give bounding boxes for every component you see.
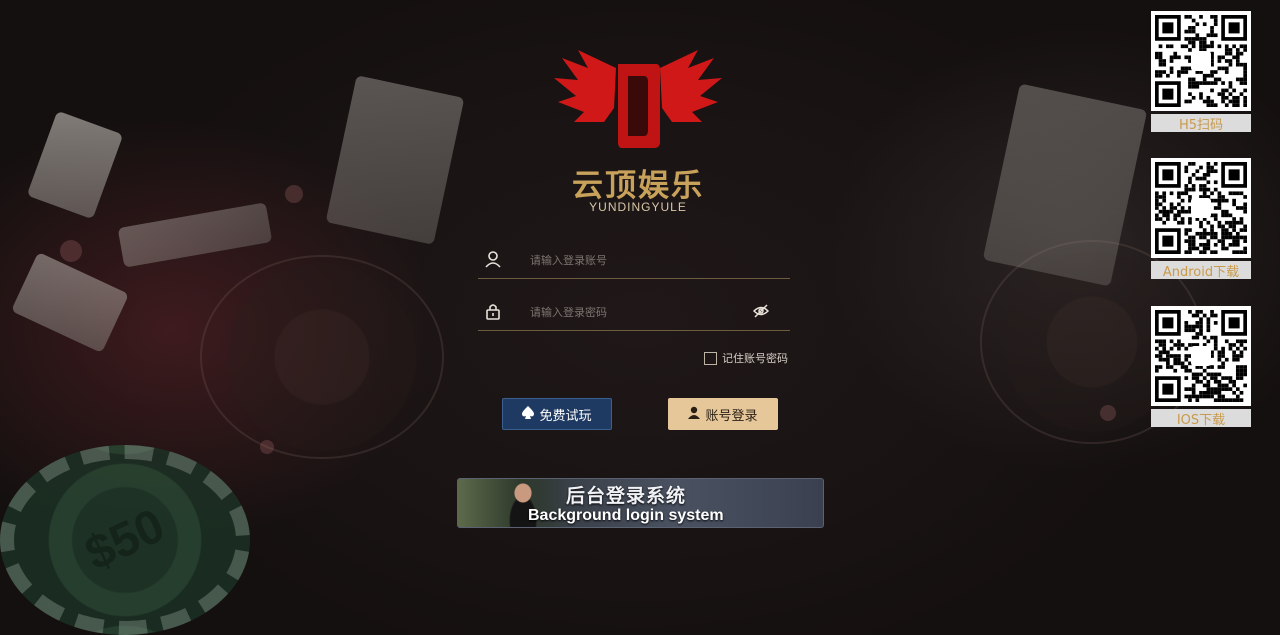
poker-chip: $50 <box>0 445 250 635</box>
playing-card-left-2 <box>325 75 465 245</box>
banner-title-cn: 后台登录系统 <box>566 485 687 507</box>
chip-value: $50 <box>77 499 173 581</box>
spade-icon <box>522 405 535 423</box>
brand-name-cn: 云顶娱乐 <box>572 168 704 204</box>
playing-card-right-1 <box>982 83 1148 287</box>
banner-title-en: Background login system <box>528 507 724 524</box>
brand-name-en: YUNDINGYULE <box>589 200 687 214</box>
qr-android: Android下载 <box>1151 158 1251 280</box>
password-input[interactable] <box>528 298 752 326</box>
bokeh-2 <box>285 185 303 203</box>
password-field <box>478 294 790 331</box>
user-icon <box>482 248 504 270</box>
brand-logo: 云顶娱乐 YUNDINGYULE <box>548 48 728 218</box>
remember-password-toggle[interactable]: 记住账号密码 <box>704 350 788 366</box>
qr-ios: IOS下载 <box>1151 306 1251 428</box>
qr-code-icon <box>1151 306 1251 406</box>
toggle-password-visibility-icon[interactable] <box>752 302 770 320</box>
qr-label-android[interactable]: Android下载 <box>1151 261 1251 280</box>
roulette-wheel-left <box>200 255 444 459</box>
account-login-button[interactable]: 账号登录 <box>668 398 778 430</box>
free-trial-label: 免费试玩 <box>539 408 592 424</box>
playing-card-left-4 <box>117 202 273 268</box>
bokeh-1 <box>60 240 82 262</box>
backend-login-banner[interactable]: 后台登录系统 Background login system <box>457 478 824 528</box>
bokeh-3 <box>260 440 274 454</box>
playing-card-left-3 <box>10 251 130 354</box>
account-login-label: 账号登录 <box>705 408 758 424</box>
user-icon <box>688 406 701 423</box>
qr-code-icon <box>1151 158 1251 258</box>
bokeh-4 <box>1100 405 1116 421</box>
qr-label-h5[interactable]: H5扫码 <box>1151 114 1251 133</box>
free-trial-button[interactable]: 免费试玩 <box>502 398 612 430</box>
lock-icon <box>482 300 504 322</box>
username-field <box>478 242 790 279</box>
username-input[interactable] <box>528 246 752 274</box>
login-page: $50 云顶娱乐 YUNDINGYULE 请输入登录账号 记住账号密码 免费试玩… <box>0 0 1280 635</box>
wings-d-emblem-icon <box>554 50 722 148</box>
remember-label: 记住账号密码 <box>722 352 788 365</box>
qr-label-ios[interactable]: IOS下载 <box>1151 409 1251 428</box>
playing-card-left-1 <box>26 110 124 220</box>
remember-checkbox[interactable] <box>704 351 717 365</box>
qr-code-icon <box>1151 11 1251 111</box>
qr-h5: H5扫码 <box>1151 11 1251 133</box>
